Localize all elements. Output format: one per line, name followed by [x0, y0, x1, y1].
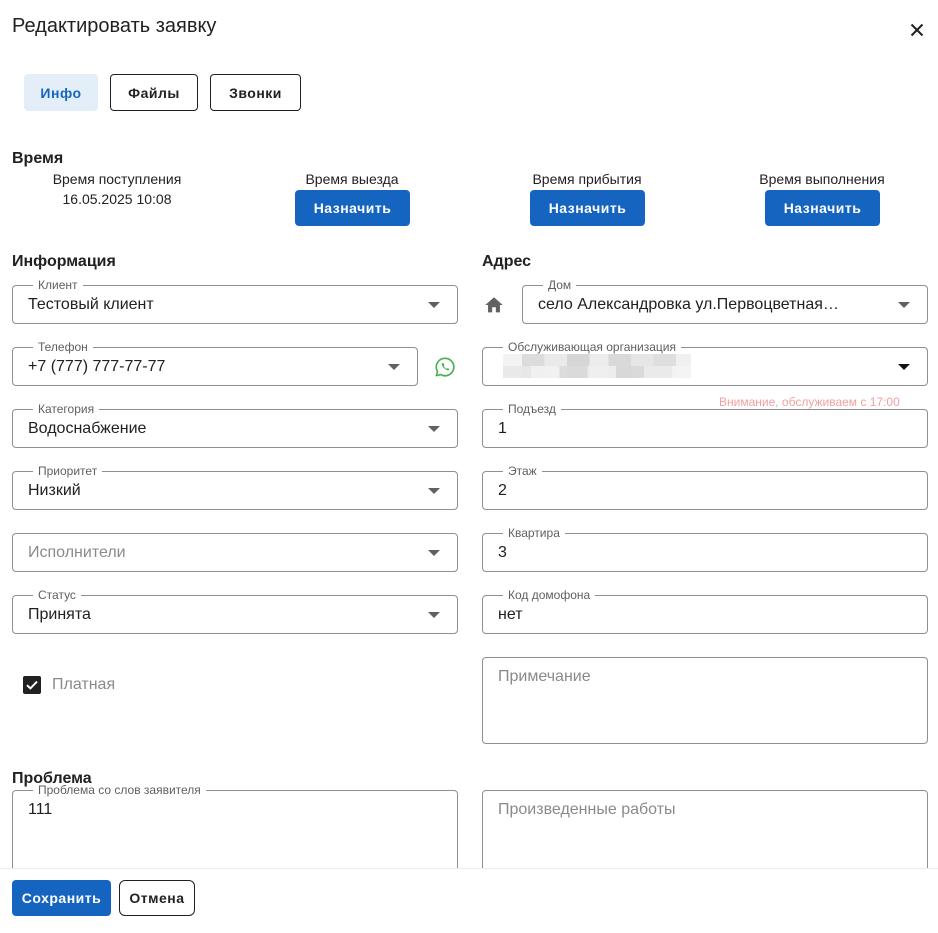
status-select[interactable]: Статус Принята	[12, 588, 458, 634]
chevron-down-icon	[428, 611, 440, 618]
intercom-input[interactable]: Код домофона нет	[482, 588, 928, 634]
paid-label: Платная	[52, 676, 116, 693]
priority-value: Низкий	[28, 481, 81, 499]
close-icon	[910, 23, 924, 37]
tab-info[interactable]: Инфо	[24, 74, 98, 111]
floor-label: Этаж	[503, 464, 542, 478]
whatsapp-icon	[435, 357, 455, 377]
phone-value: +7 (777) 777-77-77	[28, 357, 166, 375]
category-value: Водоснабжение	[28, 419, 147, 437]
tab-files[interactable]: Файлы	[110, 74, 198, 111]
dialog-title: Редактировать заявку	[12, 15, 217, 37]
chevron-down-icon	[898, 363, 910, 370]
chevron-down-icon	[428, 549, 440, 556]
service-org-select[interactable]: Обслуживающая организация	[482, 340, 928, 386]
info-section-title: Информация	[12, 253, 116, 270]
floor-value: 2	[498, 481, 507, 499]
check-icon	[26, 680, 38, 690]
tab-calls[interactable]: Звонки	[210, 74, 301, 111]
apartment-input[interactable]: Квартира 3	[482, 526, 928, 572]
received-time-value: 16.05.2025 10:08	[62, 191, 172, 207]
completion-time-label: Время выполнения	[759, 171, 885, 187]
house-value: село Александровка ул.Первоцветная…	[538, 295, 839, 313]
received-time-label: Время поступления	[52, 171, 182, 187]
assign-departure-button[interactable]: Назначить	[295, 190, 410, 226]
entrance-input[interactable]: Подъезд 1	[482, 402, 928, 448]
executors-placeholder: Исполнители	[28, 543, 126, 561]
apartment-label: Квартира	[503, 526, 565, 540]
floor-input[interactable]: Этаж 2	[482, 464, 928, 510]
chevron-down-icon	[388, 363, 400, 370]
problem-description-value: 111	[28, 801, 53, 818]
close-button[interactable]	[905, 18, 929, 42]
paid-checkbox[interactable]	[23, 676, 41, 694]
note-textarea[interactable]: Примечание	[482, 657, 928, 744]
category-select[interactable]: Категория Водоснабжение	[12, 402, 458, 448]
problem-description-label: Проблема со слов заявителя	[33, 783, 206, 797]
executors-select[interactable]: Исполнители	[12, 533, 458, 572]
service-org-redacted-2	[503, 366, 691, 378]
save-button[interactable]: Сохранить	[12, 880, 111, 916]
house-select[interactable]: Дом село Александровка ул.Первоцветная…	[522, 278, 928, 324]
entrance-value: 1	[498, 419, 507, 437]
status-value: Принята	[28, 605, 91, 623]
time-section-title: Время	[12, 150, 64, 167]
note-placeholder: Примечание	[498, 668, 591, 685]
intercom-value: нет	[498, 605, 523, 623]
assign-arrival-button[interactable]: Назначить	[530, 190, 645, 226]
client-select[interactable]: Клиент Тестовый клиент	[12, 278, 458, 324]
chevron-down-icon	[428, 301, 440, 308]
chevron-down-icon	[898, 301, 910, 308]
cancel-button[interactable]: Отмена	[119, 880, 195, 916]
assign-completion-button[interactable]: Назначить	[765, 190, 880, 226]
service-org-label: Обслуживающая организация	[503, 340, 681, 354]
service-warning: Внимание, обслуживаем с 17:00	[719, 395, 900, 409]
footer-divider	[0, 868, 938, 869]
entrance-label: Подъезд	[503, 402, 561, 416]
priority-select[interactable]: Приоритет Низкий	[12, 464, 458, 510]
client-value: Тестовый клиент	[28, 295, 154, 313]
home-icon	[483, 294, 505, 316]
address-section-title: Адрес	[482, 253, 532, 270]
performed-works-placeholder: Произведенные работы	[498, 801, 676, 818]
chevron-down-icon	[428, 487, 440, 494]
phone-select[interactable]: Телефон +7 (777) 777-77-77	[12, 340, 418, 386]
chevron-down-icon	[428, 425, 440, 432]
apartment-value: 3	[498, 543, 507, 561]
whatsapp-button[interactable]	[434, 356, 456, 378]
arrival-time-label: Время прибытия	[532, 171, 642, 187]
departure-time-label: Время выезда	[305, 171, 399, 187]
